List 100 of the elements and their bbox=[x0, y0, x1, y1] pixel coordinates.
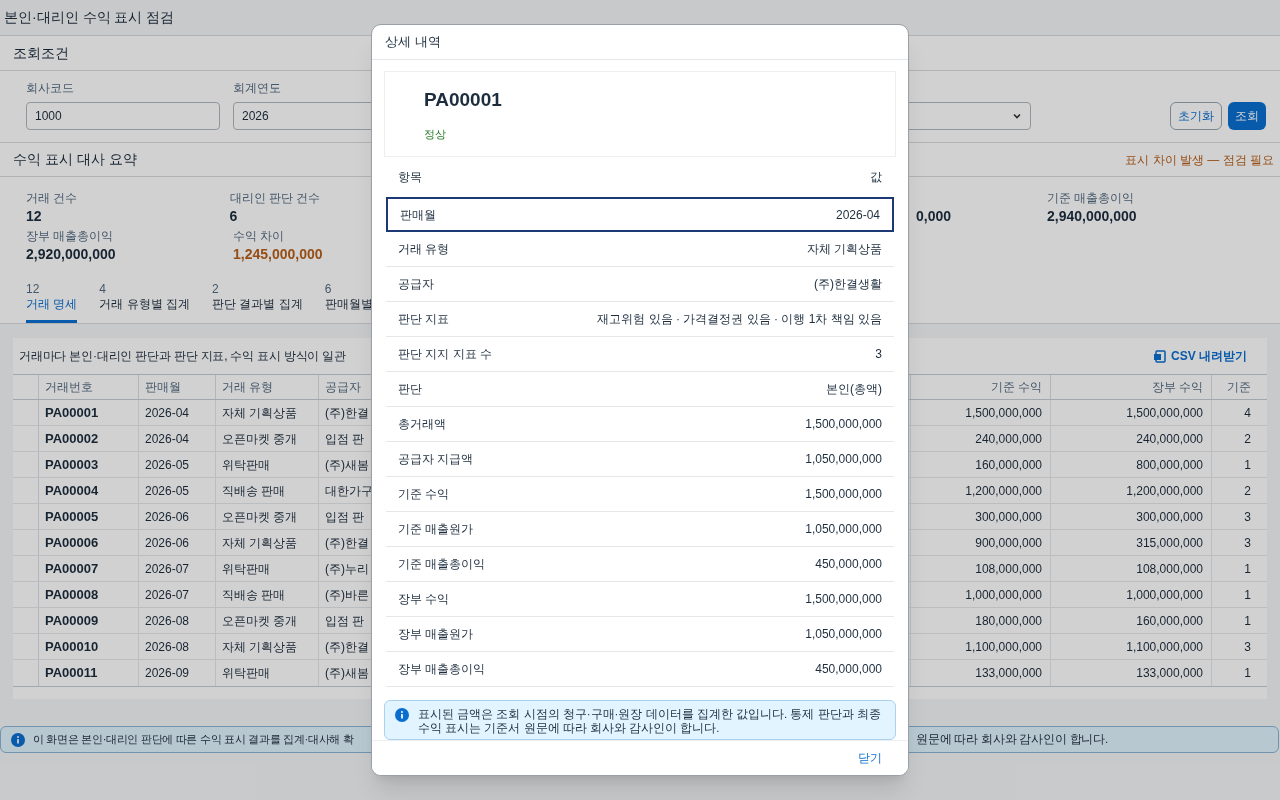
table-cell: 1,000,000,000 bbox=[910, 582, 1050, 607]
table-description: 거래마다 본인·대리인 판단과 판단 지표, 수익 표시 방식이 일관 bbox=[19, 348, 346, 365]
page-title: 본인·대리인 수익 표시 점검 bbox=[4, 8, 175, 27]
stat-label: 대리인 판단 건수 bbox=[229, 190, 321, 206]
status-text: 표시 차이 발생 — 점검 필요 bbox=[1125, 151, 1274, 169]
table-cell: 4 bbox=[1211, 400, 1259, 425]
row-label: 공급자 bbox=[398, 276, 434, 293]
reset-button[interactable]: 초기화 bbox=[1170, 102, 1222, 130]
table-cell: PA00010 bbox=[39, 634, 139, 659]
row-label: 판단 지지 지표 수 bbox=[398, 346, 492, 363]
detail-row[interactable]: 판단 지표 재고위험 있음 · 가격결정권 있음 · 이행 1차 책임 있음 bbox=[386, 302, 894, 337]
column-header: 거래번호 bbox=[39, 375, 139, 399]
detail-row[interactable]: 기준 매출원가 1,050,000,000 bbox=[386, 512, 894, 547]
table-cell: 108,000,000 bbox=[910, 556, 1050, 581]
table-cell: 133,000,000 bbox=[910, 660, 1050, 686]
row-label: 장부 매출총이익 bbox=[398, 661, 486, 678]
column-header: 장부 수익 bbox=[1050, 375, 1211, 399]
tab[interactable]: 6 판매월별 bbox=[324, 282, 373, 323]
stat-value: 1,245,000,000 bbox=[233, 245, 323, 264]
row-value: 자체 기획상품 bbox=[806, 241, 882, 258]
table-cell: 직배송 판매 bbox=[216, 582, 319, 607]
stat-value: 0,000 bbox=[916, 207, 952, 226]
detail-row[interactable]: 총거래액 1,500,000,000 bbox=[386, 407, 894, 442]
table-cell: 직배송 판매 bbox=[216, 478, 319, 503]
table-cell: 133,000,000 bbox=[1050, 660, 1211, 686]
table-cell: PA00011 bbox=[39, 660, 139, 686]
column-header: 값 bbox=[870, 169, 882, 186]
row-value: 1,500,000,000 bbox=[805, 486, 882, 503]
row-label: 판매월 bbox=[400, 206, 436, 224]
info-icon bbox=[395, 708, 409, 722]
table-cell: PA00003 bbox=[39, 452, 139, 477]
table-cell: 오픈마켓 중개 bbox=[216, 608, 319, 633]
table-cell: 1 bbox=[1211, 556, 1259, 581]
search-button[interactable]: 조회 bbox=[1228, 102, 1266, 130]
row-value: (주)한결생활 bbox=[814, 276, 882, 293]
dialog-title: 상세 내역 bbox=[385, 33, 441, 52]
table-cell-text: (주)바른 bbox=[324, 586, 369, 604]
detail-row[interactable]: 거래 유형 자체 기획상품 bbox=[386, 232, 894, 267]
table-cell: 3 bbox=[1211, 530, 1259, 555]
detail-row[interactable]: 판단 본인(총액) bbox=[386, 372, 894, 407]
table-cell: 800,000,000 bbox=[1050, 452, 1211, 477]
table-cell: 240,000,000 bbox=[910, 426, 1050, 451]
table-cell: PA00001 bbox=[39, 400, 139, 425]
status-text: 정상 bbox=[424, 127, 447, 142]
table-cell: 1,500,000,000 bbox=[1050, 400, 1211, 425]
detail-row[interactable]: 판단 지지 지표 수 3 bbox=[386, 337, 894, 372]
table-cell-text: (주)새봄 bbox=[324, 665, 369, 682]
table-cell: 2026-08 bbox=[139, 634, 216, 659]
row-value: 450,000,000 bbox=[815, 661, 882, 678]
input-field[interactable]: 1000 bbox=[26, 102, 220, 130]
stat-value: 2,920,000,000 bbox=[26, 245, 116, 264]
table-cell-text: 입점 판 bbox=[324, 612, 366, 630]
table-cell: PA00009 bbox=[39, 608, 139, 633]
table-cell: 2026-04 bbox=[139, 400, 216, 425]
row-label: 장부 매출원가 bbox=[398, 626, 474, 643]
row-label: 장부 수익 bbox=[398, 591, 450, 608]
detail-row[interactable]: 장부 매출원가 1,050,000,000 bbox=[386, 617, 894, 652]
table-cell: 160,000,000 bbox=[910, 452, 1050, 477]
detail-row[interactable]: 기준 매출총이익 450,000,000 bbox=[386, 547, 894, 582]
column-header: 기준 bbox=[1211, 375, 1259, 399]
table-cell: 3 bbox=[1211, 634, 1259, 659]
close-button[interactable]: 닫기 bbox=[858, 749, 882, 767]
table-cell-text: (주)한결 bbox=[324, 638, 369, 656]
detail-row[interactable]: 장부 수익 1,500,000,000 bbox=[386, 582, 894, 617]
table-cell: PA00005 bbox=[39, 504, 139, 529]
table-cell: 900,000,000 bbox=[910, 530, 1050, 555]
stat-label: 거래 건수 bbox=[26, 190, 78, 206]
row-value: 재고위험 있음 · 가격결정권 있음 · 이행 1차 책임 있음 bbox=[597, 311, 882, 328]
table-cell: PA00008 bbox=[39, 582, 139, 607]
stat-label: 수익 차이 bbox=[233, 228, 285, 244]
table-cell: 108,000,000 bbox=[1050, 556, 1211, 581]
table-cell: 1 bbox=[1211, 582, 1259, 607]
detail-row[interactable]: 판매월 2026-04 bbox=[386, 197, 894, 232]
section-title: 수익 표시 대사 요약 bbox=[13, 150, 137, 169]
column-header: 거래 유형 bbox=[216, 375, 319, 399]
column-header: 판매월 bbox=[139, 375, 216, 399]
table-cell: 자체 기획상품 bbox=[216, 400, 319, 425]
table-cell: 1 bbox=[1211, 608, 1259, 633]
csv-download-button[interactable]: CSV 내려받기 bbox=[1153, 347, 1247, 365]
table-cell: 160,000,000 bbox=[1050, 608, 1211, 633]
table-cell-text: (주)새봄 bbox=[324, 456, 369, 474]
table-cell: 1,500,000,000 bbox=[910, 400, 1050, 425]
row-value: 3 bbox=[875, 346, 882, 363]
table-cell-text: 대한가구 bbox=[324, 482, 369, 500]
tab[interactable]: 2 판단 결과별 집계 bbox=[212, 282, 303, 323]
table-cell: 자체 기획상품 bbox=[216, 634, 319, 659]
detail-row[interactable]: 공급자 (주)한결생활 bbox=[386, 267, 894, 302]
detail-row[interactable]: 공급자 지급액 1,050,000,000 bbox=[386, 442, 894, 477]
table-cell: 2 bbox=[1211, 478, 1259, 503]
row-label: 기준 수익 bbox=[398, 486, 450, 503]
row-label: 판단 bbox=[398, 381, 422, 398]
row-value: 1,050,000,000 bbox=[805, 521, 882, 538]
row-value: 1,500,000,000 bbox=[805, 416, 882, 433]
table-cell: 오픈마켓 중개 bbox=[216, 426, 319, 451]
detail-row[interactable]: 장부 매출총이익 450,000,000 bbox=[386, 652, 894, 687]
tab[interactable]: 4 거래 유형별 집계 bbox=[99, 282, 190, 323]
detail-row[interactable]: 기준 수익 1,500,000,000 bbox=[386, 477, 894, 512]
table-cell: 3 bbox=[1211, 504, 1259, 529]
stat-value: 12 bbox=[26, 207, 42, 226]
tab[interactable]: 12 거래 명세 bbox=[26, 282, 78, 323]
